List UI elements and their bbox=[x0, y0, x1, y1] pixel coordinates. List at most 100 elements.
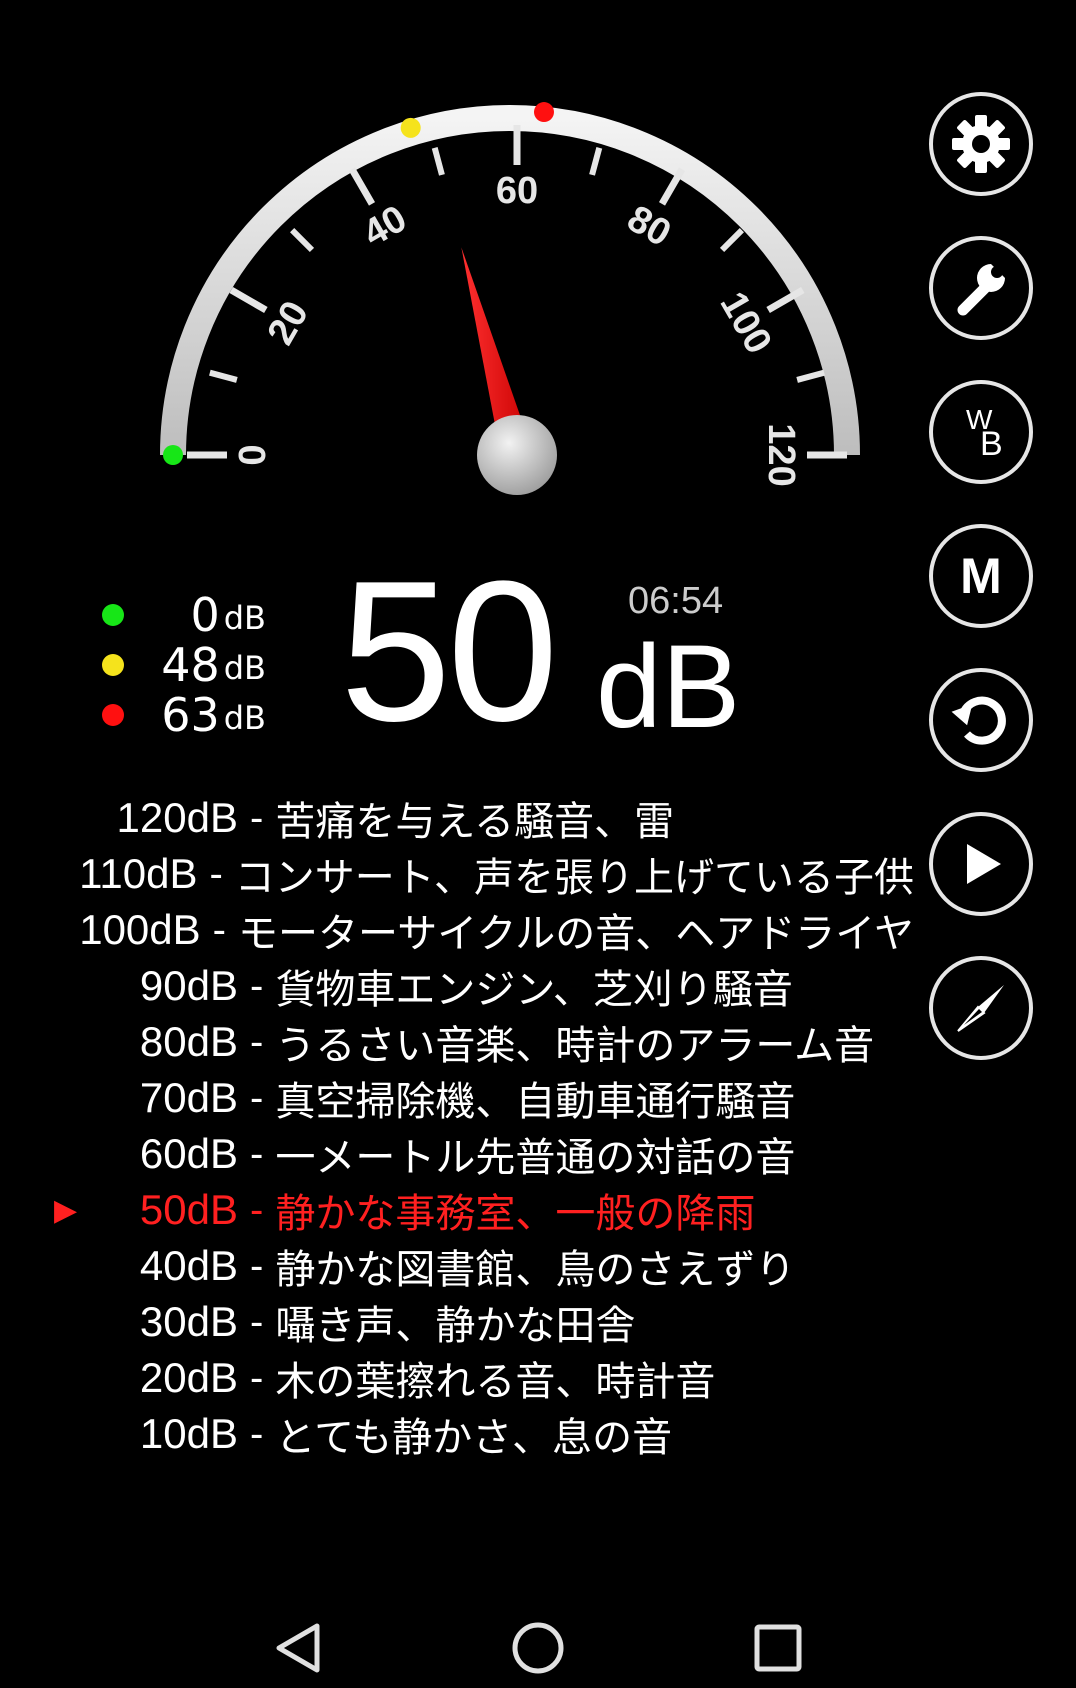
compass-icon bbox=[957, 985, 1004, 1032]
reference-level: 90dB bbox=[139, 962, 238, 1009]
recents-square-icon bbox=[754, 1624, 802, 1672]
max-level-stat: 63 dB bbox=[96, 690, 266, 740]
min-level-marker bbox=[163, 445, 183, 465]
home-circle-icon bbox=[512, 1622, 564, 1674]
reference-separator: - bbox=[250, 795, 264, 840]
gauge-tick-label: 20 bbox=[260, 294, 318, 352]
gauge-tick bbox=[290, 228, 315, 253]
reference-level: 50dB bbox=[139, 1186, 238, 1233]
reference-description: とても静かさ、息の音 bbox=[275, 1415, 673, 1461]
avg-level-value: 48 bbox=[161, 638, 220, 692]
reference-row: 70dB - 真空掃除機、自動車通行騒音 bbox=[54, 1070, 914, 1126]
back-triangle-icon bbox=[276, 1623, 320, 1673]
gauge-tick-label: 100 bbox=[712, 285, 780, 361]
reference-description: 苦痛を与える騒音、雷 bbox=[275, 799, 675, 845]
current-db-unit: dB bbox=[596, 621, 741, 753]
wrench-icon bbox=[957, 264, 1005, 316]
reference-level: 80dB bbox=[139, 1018, 238, 1065]
reference-separator: - bbox=[250, 1411, 264, 1456]
reference-level: 70dB bbox=[139, 1074, 238, 1121]
reference-row: 90dB - 貨物車エンジン、芝刈り騒音 bbox=[54, 958, 914, 1014]
reference-separator: - bbox=[250, 1299, 264, 1344]
min-level-unit: dB bbox=[223, 599, 266, 637]
reference-description: 静かな事務室、一般の降雨 bbox=[275, 1191, 756, 1237]
reference-level: 60dB bbox=[139, 1130, 238, 1177]
svg-text:B: B bbox=[980, 425, 1003, 463]
tools-button[interactable] bbox=[929, 236, 1033, 340]
reference-description: 一メートル先普通の対話の音 bbox=[275, 1135, 796, 1181]
reference-separator: - bbox=[209, 851, 223, 896]
noise-reference-list: 120dB - 苦痛を与える騒音、雷 110dB - コンサート、声を張り上げている子供… bbox=[54, 790, 914, 1462]
gauge-tick-label: 60 bbox=[496, 170, 538, 212]
reset-button[interactable] bbox=[929, 668, 1033, 772]
max-level-marker bbox=[533, 102, 554, 123]
reference-row: 40dB - 静かな図書館、鳥のさえずり bbox=[54, 1238, 914, 1294]
gauge-tick bbox=[229, 286, 268, 314]
gauge-tick bbox=[719, 228, 744, 253]
reference-row: 10dB - とても静かさ、息の音 bbox=[54, 1406, 914, 1462]
reference-separator: - bbox=[250, 1131, 264, 1176]
sound-level-gauge: 0 20 40 60 80 100 120 bbox=[160, 102, 860, 495]
reference-level: 20dB bbox=[139, 1354, 238, 1401]
reference-description: 貨物車エンジン、芝刈り騒音 bbox=[275, 967, 793, 1013]
reference-separator: - bbox=[250, 1019, 264, 1064]
gauge-tick-label: 40 bbox=[356, 198, 414, 256]
gauge-tick bbox=[431, 147, 445, 176]
reference-level: 30dB bbox=[139, 1298, 238, 1345]
reference-level: 40dB bbox=[139, 1242, 238, 1289]
reference-separator: - bbox=[250, 1075, 264, 1120]
recents-button[interactable] bbox=[748, 1618, 808, 1678]
reference-separator: - bbox=[250, 1355, 264, 1400]
home-button[interactable] bbox=[508, 1618, 568, 1678]
reset-icon bbox=[951, 696, 1006, 745]
white-balance-button[interactable]: W B bbox=[929, 380, 1033, 484]
active-marker: ▶ bbox=[54, 1192, 78, 1228]
calibrate-button[interactable] bbox=[929, 956, 1033, 1060]
memory-button[interactable]: M bbox=[929, 524, 1033, 628]
current-db-value: 50 bbox=[340, 540, 558, 763]
max-level-value: 63 bbox=[161, 688, 220, 742]
max-level-unit: dB bbox=[223, 699, 266, 737]
reference-description: 真空掃除機、自動車通行騒音 bbox=[275, 1079, 796, 1125]
avg-level-unit: dB bbox=[223, 649, 266, 687]
gauge-tick-label: 80 bbox=[620, 198, 678, 256]
reference-row: 30dB - 囁き声、静かな田舎 bbox=[54, 1294, 914, 1350]
reference-level: 10dB bbox=[139, 1410, 238, 1457]
gauge-tick bbox=[348, 167, 376, 206]
reference-description: うるさい音楽、時計のアラーム音 bbox=[275, 1023, 875, 1069]
back-button[interactable] bbox=[268, 1618, 328, 1678]
reference-description: 囁き声、静かな田舎 bbox=[275, 1303, 636, 1349]
avg-dot-icon bbox=[102, 654, 124, 676]
avg-level-stat: 48 dB bbox=[96, 640, 266, 690]
reference-description: モーターサイクルの音、ヘアドライヤ bbox=[238, 911, 914, 957]
reference-separator: - bbox=[250, 1187, 264, 1232]
reference-row: 100dB - モーターサイクルの音、ヘアドライヤ bbox=[54, 902, 914, 958]
gauge-tick bbox=[589, 147, 603, 176]
reference-description: コンサート、声を張り上げている子供 bbox=[234, 855, 914, 901]
system-nav-bar bbox=[0, 1600, 1076, 1688]
gauge-tick bbox=[658, 167, 686, 206]
reference-description: 木の葉擦れる音、時計音 bbox=[275, 1359, 716, 1405]
settings-button[interactable] bbox=[929, 92, 1033, 196]
reference-level: 120dB bbox=[116, 794, 238, 841]
reference-separator: - bbox=[250, 963, 264, 1008]
max-dot-icon bbox=[102, 704, 124, 726]
min-level-stat: 0 dB bbox=[96, 590, 266, 640]
reference-description: 静かな図書館、鳥のさえずり bbox=[275, 1247, 796, 1293]
gauge-tick bbox=[209, 369, 238, 383]
reference-row: ▶ 50dB - 静かな事務室、一般の降雨 bbox=[54, 1182, 914, 1238]
reference-row: 20dB - 木の葉擦れる音、時計音 bbox=[54, 1350, 914, 1406]
gauge-hub bbox=[477, 415, 557, 495]
min-dot-icon bbox=[102, 604, 124, 626]
gear-icon bbox=[952, 115, 1010, 173]
white-balance-icon: W B bbox=[966, 404, 1003, 463]
gauge-tick-label: 120 bbox=[760, 423, 802, 486]
elapsed-time: 06:54 bbox=[628, 580, 724, 622]
play-button[interactable] bbox=[929, 812, 1033, 916]
reference-row: 60dB - 一メートル先普通の対話の音 bbox=[54, 1126, 914, 1182]
min-level-value: 0 bbox=[190, 588, 220, 642]
svg-text:M: M bbox=[960, 548, 1002, 604]
reference-level: 110dB bbox=[79, 850, 198, 897]
gauge-tick-label: 0 bbox=[232, 444, 274, 465]
m-icon: M bbox=[960, 548, 1002, 604]
